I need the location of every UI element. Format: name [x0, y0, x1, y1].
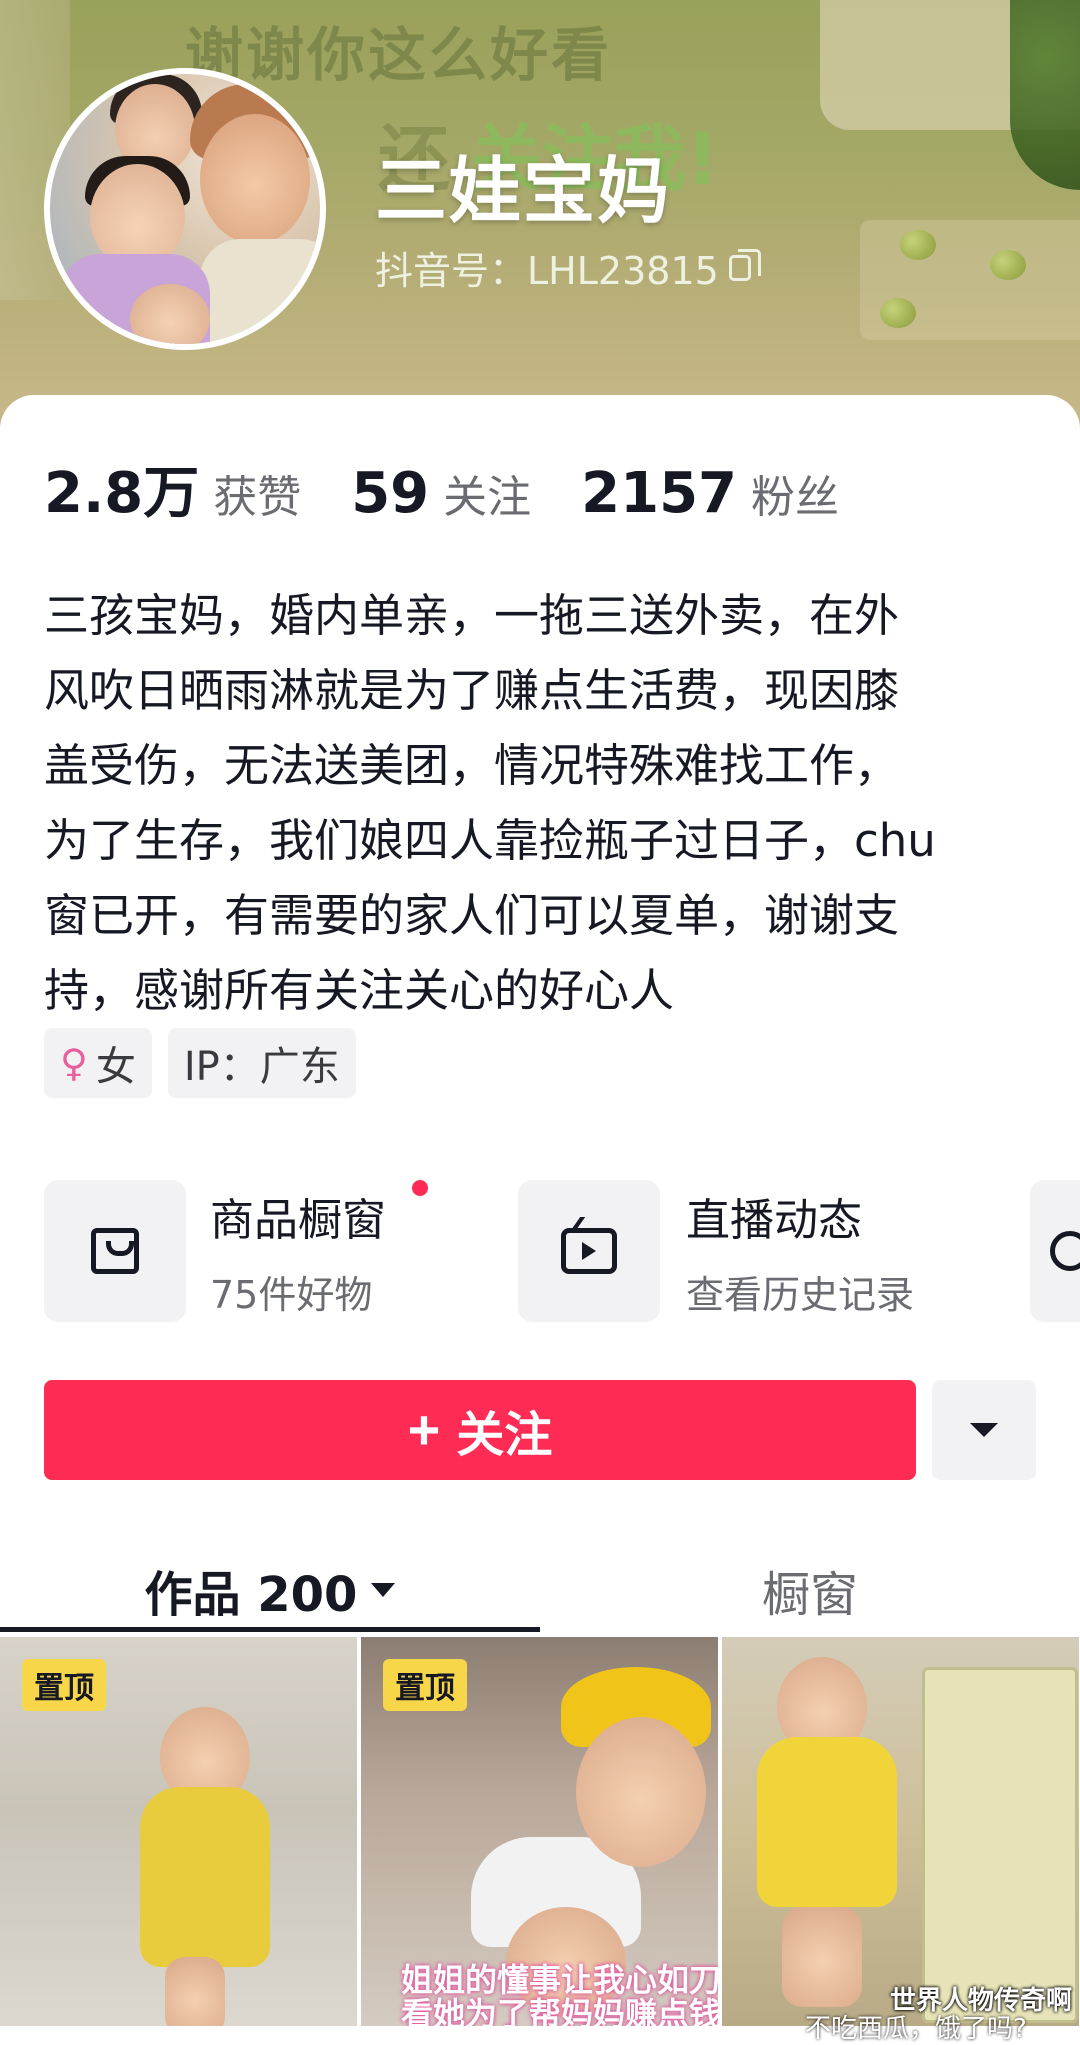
- watermark: 世界人物传奇啊: [890, 1986, 1073, 2016]
- followers-count[interactable]: 2157: [581, 461, 737, 526]
- likes-label: 获赞: [213, 472, 302, 523]
- shop-window-subtitle: 75件好物: [210, 1273, 373, 1317]
- tab-shop-window[interactable]: 橱窗: [540, 1540, 1080, 1640]
- banner-plant: [1010, 0, 1080, 190]
- live-shortcut[interactable]: [518, 1180, 660, 1322]
- live-subtitle: 查看历史记录: [686, 1273, 915, 1317]
- chevron-down-icon: [371, 1583, 396, 1597]
- banner-ball: [880, 298, 916, 328]
- shop-window-title[interactable]: 商品橱窗: [210, 1184, 386, 1248]
- banner-ball: [900, 230, 936, 260]
- video-thumbnail[interactable]: [722, 1637, 1079, 2026]
- notification-dot: [412, 1180, 428, 1196]
- douyin-id[interactable]: 抖音号：LHL23815: [375, 240, 761, 295]
- shopping-bag-icon: [91, 1228, 139, 1274]
- follow-label: 关注: [456, 1409, 553, 1462]
- tv-icon: [561, 1228, 617, 1274]
- video-grid: 置顶 置顶 姐姐的懂事让我心如刀割 看她为了帮妈妈赚点钱到: [0, 1637, 1080, 2026]
- douyin-id-text: 抖音号：LHL23815: [375, 249, 719, 293]
- profile-name: 三娃宝妈: [375, 149, 672, 233]
- ip-label: IP：广东: [183, 1044, 340, 1090]
- banner-overlay-text: 谢谢你这么好看: [185, 21, 613, 89]
- plus-icon: +: [407, 1398, 441, 1461]
- ip-tag: IP：广东: [167, 1028, 356, 1098]
- content-tabs: 作品 200 橱窗: [0, 1540, 1080, 1640]
- gender-tag: ♀ 女: [44, 1028, 152, 1098]
- profile-shortcuts: 商品橱窗 75件好物 直播动态 查看历史记录: [44, 1180, 1080, 1330]
- following-count[interactable]: 59: [351, 461, 429, 526]
- pinned-badge: 置顶: [22, 1659, 106, 1711]
- profile-tags: ♀ 女 IP：广东: [44, 1028, 356, 1098]
- more-shortcut[interactable]: [1030, 1180, 1080, 1322]
- tab-works-label: 作品 200: [144, 1567, 358, 1623]
- active-tab-indicator: [0, 1627, 540, 1632]
- gender-label: 女: [95, 1044, 136, 1090]
- chevron-down-icon: [970, 1423, 998, 1437]
- banner-ball: [990, 250, 1026, 280]
- video-thumbnail[interactable]: 置顶 姐姐的懂事让我心如刀割 看她为了帮妈妈赚点钱到: [361, 1637, 718, 2026]
- avatar[interactable]: [44, 68, 326, 350]
- profile-stats: 2.8万 获赞 59 关注 2157 粉丝: [44, 448, 889, 529]
- video-overlay-text: 看她为了帮妈妈赚点钱到: [401, 1995, 718, 2026]
- copy-icon[interactable]: [728, 248, 761, 281]
- video-thumbnail[interactable]: 置顶: [0, 1637, 357, 2026]
- following-label: 关注: [443, 472, 532, 523]
- profile-bio: 三孩宝妈，婚内单亲，一拖三送外卖，在外 风吹日晒雨淋就是为了赚点生活费，现因膝 …: [44, 589, 936, 1017]
- tab-works[interactable]: 作品 200: [0, 1540, 540, 1640]
- pinned-badge: 置顶: [383, 1659, 467, 1711]
- female-icon: ♀: [60, 1041, 88, 1085]
- more-options-button[interactable]: [932, 1380, 1036, 1480]
- chat-icon: [1050, 1231, 1080, 1271]
- follow-button[interactable]: + 关注: [44, 1380, 916, 1480]
- likes-count[interactable]: 2.8万: [44, 448, 199, 529]
- tab-shop-window-label: 橱窗: [761, 1567, 858, 1623]
- live-title[interactable]: 直播动态: [686, 1184, 862, 1248]
- shop-window-shortcut[interactable]: [44, 1180, 186, 1322]
- followers-label: 粉丝: [751, 472, 839, 523]
